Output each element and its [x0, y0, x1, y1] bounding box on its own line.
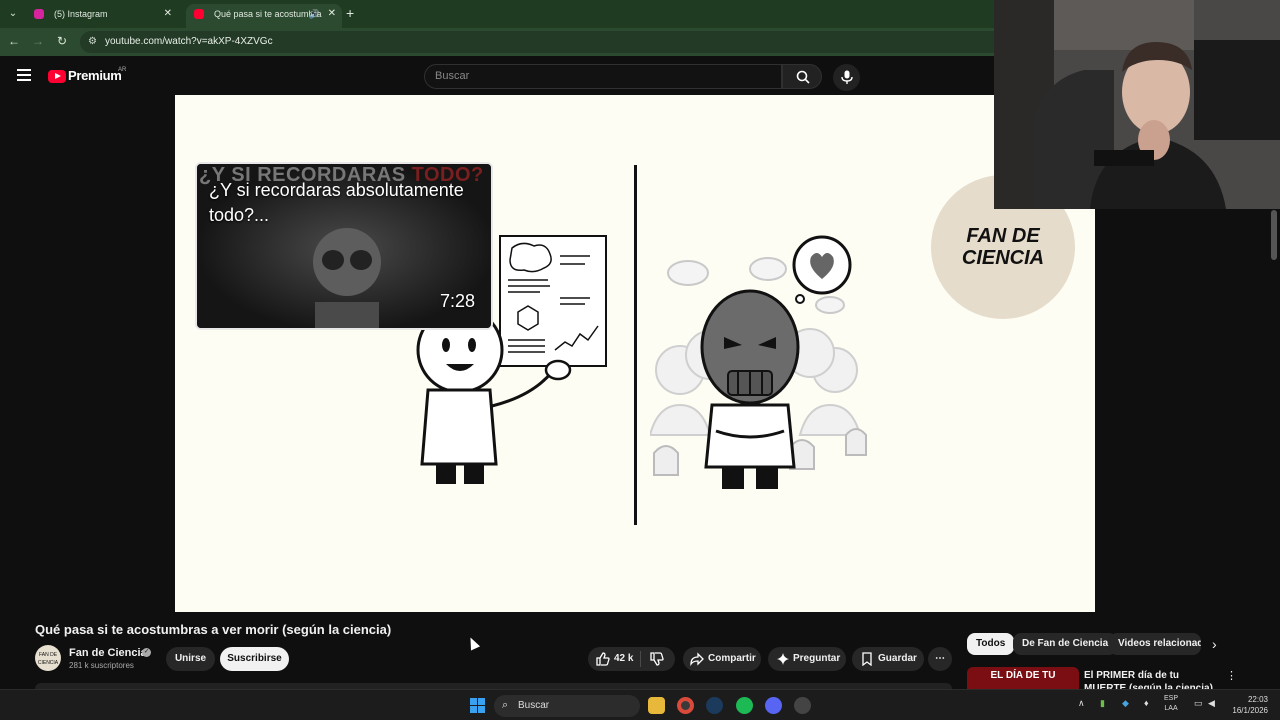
microphone-icon[interactable]: ♦: [1144, 698, 1149, 708]
file-explorer-icon[interactable]: [648, 697, 665, 714]
ask-button[interactable]: Preguntar: [768, 647, 846, 671]
thumbs-down-icon[interactable]: [650, 652, 664, 666]
search-icon: [796, 70, 810, 84]
share-button[interactable]: Compartir: [683, 647, 761, 671]
chip-all[interactable]: Todos: [967, 633, 1015, 655]
subscriber-count: 281 k suscriptores: [69, 661, 134, 670]
language-code: ESP: [1164, 695, 1179, 702]
share-label: Compartir: [708, 653, 756, 664]
chevron-right-icon[interactable]: ›: [1212, 636, 1217, 652]
menu-icon[interactable]: [17, 69, 31, 81]
brand-label[interactable]: Premium: [68, 68, 122, 83]
recommended-thumbnail[interactable]: EL DÍA DE TU: [967, 667, 1079, 689]
keyboard-layout: LAA: [1164, 705, 1178, 712]
webcam-image: [994, 0, 1280, 209]
save-label: Guardar: [878, 653, 917, 664]
search-icon: ⌕: [502, 699, 509, 711]
like-separator: [640, 651, 641, 667]
verified-icon: ✓: [142, 648, 151, 657]
steam-icon[interactable]: [706, 697, 723, 714]
chip-related[interactable]: Videos relacionados: [1109, 633, 1201, 655]
new-tab-button[interactable]: +: [346, 5, 354, 21]
app-icon[interactable]: [794, 697, 811, 714]
tab-search-icon[interactable]: ⌄: [4, 5, 22, 23]
tray-shield-icon[interactable]: ◆: [1122, 698, 1129, 709]
join-button[interactable]: Unirse: [166, 647, 215, 671]
tray-app-icon[interactable]: ▮: [1100, 698, 1105, 709]
recommended-title[interactable]: El PRIMER día de tu MUERTE (según la cie…: [1084, 669, 1214, 689]
clock[interactable]: 22:03 16/1/2026: [1224, 694, 1268, 716]
address-text[interactable]: youtube.com/watch?v=akXP-4XZVGc: [105, 36, 273, 47]
chip-from-channel[interactable]: De Fan de Ciencia: [1013, 633, 1118, 655]
video-title: Qué pasa si te acostumbras a ver morir (…: [35, 622, 392, 637]
microphone-icon: [841, 70, 853, 84]
taskbar-search-label: Buscar: [518, 700, 550, 711]
instagram-icon: [34, 9, 44, 19]
page-scrollbar[interactable]: [1271, 210, 1277, 260]
windows-start-icon[interactable]: [470, 698, 485, 713]
clock-date: 16/1/2026: [1232, 706, 1268, 715]
more-vert-icon[interactable]: ⋮: [1226, 669, 1237, 682]
tab-instagram[interactable]: (5) Instagram ✕: [26, 4, 178, 28]
share-icon: [690, 652, 704, 666]
save-button[interactable]: Guardar: [852, 647, 924, 671]
language-indicator[interactable]: ESP LAA: [1164, 694, 1178, 714]
more-actions-button[interactable]: ⋯: [928, 647, 952, 671]
channel-name[interactable]: Fan de Ciencia: [69, 647, 147, 659]
card-duration: 7:28: [439, 291, 475, 311]
sparkle-icon: [777, 653, 789, 665]
region-label: AR: [118, 67, 127, 73]
taskbar: ⌕ Buscar ∧ ▮ ◆ ♦ ESP LAA ▭ ◀ 22:03 16/1/…: [0, 689, 1280, 720]
reload-icon[interactable]: ↻: [54, 34, 70, 48]
like-count[interactable]: 42 k: [614, 647, 633, 671]
tab-label: Qué pasa si te acostumbra: [214, 9, 322, 19]
site-info-icon[interactable]: ⚙: [88, 36, 97, 47]
tab-youtube[interactable]: Qué pasa si te acostumbra 🔊 ✕: [186, 4, 342, 28]
ask-label: Preguntar: [793, 653, 841, 664]
search-button[interactable]: [782, 64, 822, 89]
tab-label: (5) Instagram: [54, 9, 108, 19]
mouse-cursor-icon: [465, 635, 481, 651]
volume-icon[interactable]: ◀: [1208, 698, 1215, 709]
clock-time: 22:03: [1247, 695, 1268, 704]
spotify-icon[interactable]: [736, 697, 753, 714]
thumbs-up-icon[interactable]: [596, 652, 610, 666]
youtube-logo-icon[interactable]: [48, 70, 66, 83]
end-screen-video-card[interactable]: ¿Y SI RECORDARAS TODO? ¿Y si recordaras …: [195, 162, 493, 330]
voice-search-button[interactable]: [833, 64, 860, 91]
search-box[interactable]: [424, 64, 782, 89]
subscribe-button[interactable]: Suscribirse: [220, 647, 289, 671]
back-icon[interactable]: ←: [6, 34, 22, 48]
bookmark-icon: [862, 652, 872, 666]
card-title: ¿Y si recordaras absolutamente todo?...: [209, 180, 464, 225]
youtube-icon: [194, 9, 204, 19]
right-column: [1095, 209, 1280, 612]
webcam-overlay: [994, 0, 1280, 209]
split-divider: [634, 165, 637, 525]
close-icon[interactable]: ✕: [164, 4, 172, 24]
masked-figure-illustration: [650, 235, 867, 489]
like-dislike-group: 42 k: [588, 647, 675, 671]
network-icon[interactable]: ▭: [1194, 698, 1203, 709]
discord-icon[interactable]: [765, 697, 782, 714]
taskbar-search[interactable]: ⌕ Buscar: [494, 695, 640, 717]
chrome-icon[interactable]: [677, 697, 694, 714]
search-input[interactable]: [435, 70, 765, 82]
forward-icon[interactable]: →: [30, 34, 46, 48]
channel-avatar[interactable]: FAN DE CIENCIA: [35, 645, 61, 671]
address-bar[interactable]: ⚙ youtube.com/watch?v=akXP-4XZVGc: [80, 31, 1080, 53]
watermark-text: FAN DE CIENCIA: [961, 225, 1045, 269]
chevron-up-icon[interactable]: ∧: [1078, 698, 1085, 709]
speaker-icon[interactable]: 🔊: [309, 4, 320, 24]
close-icon[interactable]: ✕: [328, 4, 336, 24]
